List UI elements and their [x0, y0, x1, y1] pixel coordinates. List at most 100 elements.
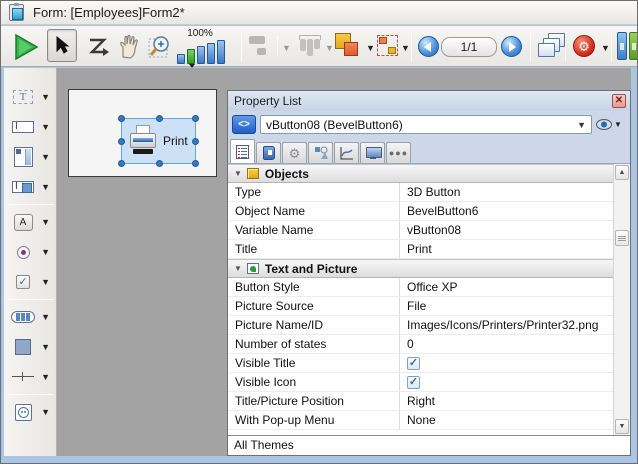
- button-tool[interactable]: A ▼: [4, 207, 56, 237]
- property-list-panel: Property List ✕ <> vButton08 (BevelButto…: [227, 90, 631, 456]
- selected-print-button[interactable]: Print: [121, 118, 196, 164]
- tab-more[interactable]: ●●●: [386, 142, 411, 163]
- section-header-text-picture[interactable]: ▼Text and Picture: [228, 259, 613, 278]
- grid-dropdown-arrow[interactable]: ▼: [401, 43, 410, 53]
- combo-box-tool[interactable]: I ▼: [4, 172, 56, 202]
- property-value[interactable]: ✓: [400, 354, 613, 372]
- button-grid-tool-arrow[interactable]: ▼: [41, 312, 50, 322]
- object-library-icon[interactable]: [617, 32, 638, 61]
- resize-handle[interactable]: [118, 160, 125, 167]
- page-indicator[interactable]: 1/1: [441, 37, 497, 57]
- property-value[interactable]: Images/Icons/Printers/Printer32.png: [400, 316, 613, 334]
- property-value[interactable]: ✓: [400, 373, 613, 391]
- property-value[interactable]: vButton08: [400, 221, 613, 239]
- resize-handle[interactable]: [156, 115, 163, 122]
- resize-handle[interactable]: [156, 160, 163, 167]
- button-grid-tool[interactable]: ▼: [4, 302, 56, 332]
- picture-icon: [247, 263, 259, 274]
- resize-handle[interactable]: [192, 115, 199, 122]
- execute-form-icon[interactable]: [13, 33, 39, 61]
- grid-snap-icon[interactable]: [377, 35, 398, 56]
- next-page-button[interactable]: [501, 36, 522, 57]
- object-selector-combo[interactable]: vButton08 (BevelButton6) ▼: [260, 115, 592, 134]
- align-icon[interactable]: [249, 36, 273, 56]
- section-header-objects[interactable]: ▼Objects: [228, 164, 613, 183]
- theme-footer[interactable]: All Themes: [228, 435, 630, 455]
- resize-handle[interactable]: [192, 138, 199, 145]
- property-row-object-name: Object NameBevelButton6: [228, 202, 613, 221]
- tab-methods[interactable]: [256, 142, 281, 163]
- close-icon[interactable]: ✕: [612, 94, 626, 108]
- preferences-gear-icon[interactable]: ⚙: [573, 35, 595, 57]
- text-tool[interactable]: T ▼: [4, 82, 56, 112]
- property-value[interactable]: BevelButton6: [400, 202, 613, 220]
- prev-next-object-button[interactable]: <>: [232, 115, 256, 134]
- check-box-tool[interactable]: ✓ ▼: [4, 267, 56, 297]
- scroll-up-icon[interactable]: ▲: [615, 165, 629, 180]
- collapse-triangle-icon[interactable]: ▼: [234, 264, 242, 273]
- tab-objects[interactable]: [308, 142, 333, 163]
- radio-tool-arrow[interactable]: ▼: [41, 247, 50, 257]
- pan-hand-icon[interactable]: [117, 33, 143, 60]
- resize-handle[interactable]: [118, 138, 125, 145]
- preferences-dropdown-arrow[interactable]: ▼: [601, 43, 610, 53]
- list-box-tool[interactable]: ▼: [4, 142, 56, 172]
- property-value[interactable]: Print: [400, 240, 613, 258]
- plug-in-tool[interactable]: ▼: [4, 397, 56, 427]
- zoom-bars[interactable]: [177, 40, 235, 64]
- list-box-tool-arrow[interactable]: ▼: [41, 152, 50, 162]
- tab-properties[interactable]: [230, 139, 255, 163]
- property-value[interactable]: 3D Button: [400, 183, 613, 201]
- rectangle-tool-arrow[interactable]: ▼: [41, 342, 50, 352]
- property-list-title: Property List: [234, 94, 301, 108]
- splitter-tool-arrow[interactable]: ▼: [41, 372, 50, 382]
- resize-handle[interactable]: [192, 160, 199, 167]
- collapse-triangle-icon[interactable]: ▼: [234, 169, 242, 178]
- property-label: Picture Source: [228, 297, 400, 315]
- button-tool-arrow[interactable]: ▼: [41, 217, 50, 227]
- duplicate-many-icon[interactable]: [335, 33, 363, 61]
- tab-events[interactable]: [334, 142, 359, 163]
- display-windows-icon[interactable]: [538, 33, 568, 61]
- check-box-tool-arrow[interactable]: ▼: [41, 277, 50, 287]
- splitter-tool[interactable]: ▼: [4, 362, 56, 392]
- radio-button-tool[interactable]: ▼: [4, 237, 56, 267]
- property-value[interactable]: Right: [400, 392, 613, 410]
- input-tool[interactable]: I ▼: [4, 112, 56, 142]
- checkbox[interactable]: ✓: [407, 376, 420, 389]
- previous-page-button[interactable]: [418, 36, 439, 57]
- check-box-tool-icon: ✓: [16, 275, 30, 289]
- zoom-tool-icon[interactable]: [148, 34, 175, 60]
- property-value[interactable]: Office XP: [400, 278, 613, 296]
- tab-settings[interactable]: ⚙: [282, 142, 307, 163]
- zoom-scale-control[interactable]: 100%: [177, 28, 235, 68]
- distribute-dropdown-arrow[interactable]: ▼: [325, 43, 334, 53]
- plug-in-tool-arrow[interactable]: ▼: [41, 407, 50, 417]
- selection-tool-button[interactable]: [47, 29, 77, 62]
- scrollbar-thumb[interactable]: [615, 230, 629, 246]
- rectangle-tool[interactable]: ▼: [4, 332, 56, 362]
- property-value[interactable]: None: [400, 411, 613, 429]
- property-value[interactable]: 0: [400, 335, 613, 353]
- scroll-down-icon[interactable]: ▼: [615, 419, 629, 434]
- property-scrollbar[interactable]: ▲ ▼: [613, 164, 630, 435]
- tab-display[interactable]: [360, 142, 385, 163]
- distribute-icon[interactable]: [297, 35, 323, 57]
- property-label: Title: [228, 240, 400, 258]
- input-tool-arrow[interactable]: ▼: [41, 122, 50, 132]
- entry-order-icon[interactable]: [87, 35, 111, 60]
- property-list-titlebar[interactable]: Property List ✕: [228, 91, 630, 111]
- duplicate-dropdown-arrow[interactable]: ▼: [366, 43, 375, 53]
- view-options-button[interactable]: ▼: [596, 119, 626, 130]
- tool-sidebar: T ▼ I ▼ ▼ I ▼ A ▼ ▼ ✓ ▼: [4, 68, 57, 456]
- list-icon: [236, 145, 249, 159]
- window-titlebar[interactable]: Form: [Employees]Form2*: [1, 1, 637, 25]
- text-tool-arrow[interactable]: ▼: [41, 92, 50, 102]
- resize-handle[interactable]: [118, 115, 125, 122]
- checkbox[interactable]: ✓: [407, 357, 420, 370]
- property-value[interactable]: File: [400, 297, 613, 315]
- window-title: Form: [Employees]Form2*: [33, 5, 185, 20]
- align-dropdown-arrow[interactable]: ▼: [282, 43, 291, 53]
- combo-box-tool-arrow[interactable]: ▼: [41, 182, 50, 192]
- form-editor-window: Form: [Employees]Form2* 100%: [0, 0, 638, 464]
